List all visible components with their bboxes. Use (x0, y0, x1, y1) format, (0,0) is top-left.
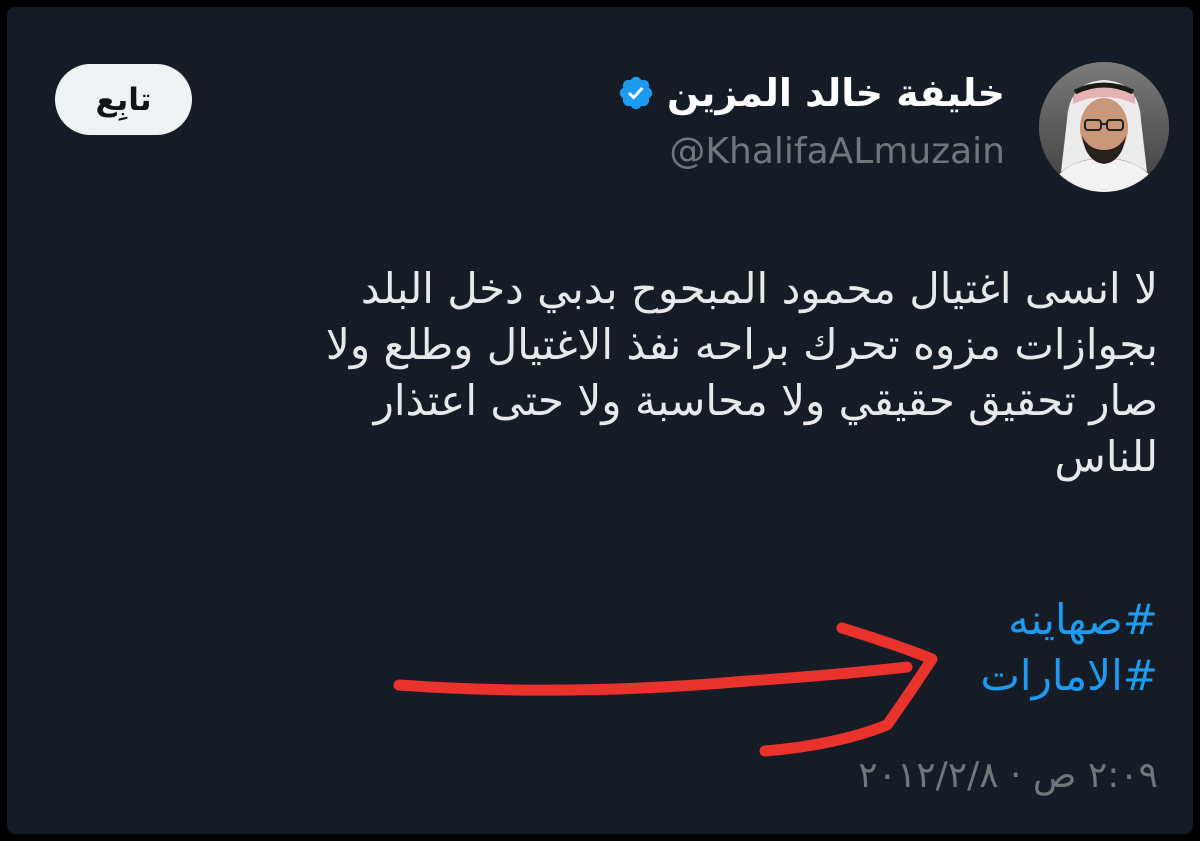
author-display-name[interactable]: خليفة خالد المزين (667, 71, 1005, 115)
hashtag-link[interactable]: #الامارات (980, 648, 1158, 704)
author-handle[interactable]: @KhalifaALmuzain (669, 131, 1005, 172)
tweet-line: لا انسى اغتيال محمود المبحوح بدبي دخل ال… (360, 264, 1158, 313)
avatar-image (1039, 62, 1169, 192)
profile-avatar[interactable] (1039, 62, 1169, 192)
tweet-line: صار تحقيق حقيقي ولا محاسبة ولا حتى اعتذا… (373, 376, 1158, 425)
tweet-line: للناس (1054, 432, 1158, 481)
screenshot-frame: خليفة خالد المزين @KhalifaALmuzain تابِع… (0, 0, 1200, 841)
tweet-timestamp[interactable]: ٢:٠٩ ص · ٢٠١٢/٢/٨ (858, 755, 1158, 796)
tweet-line: بجوازات مزوه تحرك براحه نفذ الاغتيال وطل… (325, 320, 1158, 369)
hashtag-list: #صهاينه #الامارات (980, 592, 1158, 704)
hashtag-link[interactable]: #صهاينه (980, 592, 1158, 648)
follow-button[interactable]: تابِع (55, 64, 192, 135)
author-name-row: خليفة خالد المزين (617, 71, 1005, 115)
tweet-text: لا انسى اغتيال محمود المبحوح بدبي دخل ال… (158, 261, 1158, 485)
verified-badge-icon (617, 74, 655, 112)
tweet-card: خليفة خالد المزين @KhalifaALmuzain تابِع… (7, 7, 1193, 834)
